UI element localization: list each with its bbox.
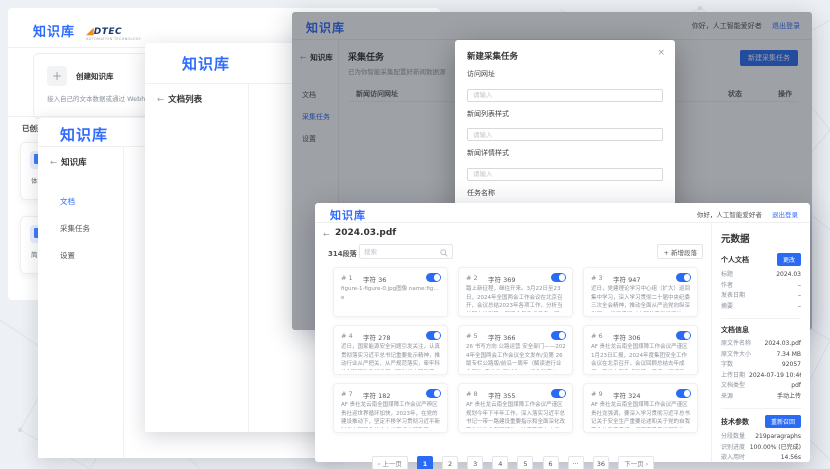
app-logo: 知识库 [60,124,108,145]
enable-toggle[interactable] [551,273,566,282]
meta-row: 作者– [721,281,801,292]
tech-params-header: 技术参数 [721,417,749,427]
field-url: 访问网址 [467,69,663,102]
logout-link[interactable]: 退出登录 [772,211,798,219]
window-doc-detail: 知识库 你好，人工智能爱好者 退出登录 ← 2024.03.pdf 314段落 … [315,203,810,462]
personal-doc-header: 个人文档 [721,255,749,265]
sidebar-item-settings[interactable]: 设置 [60,250,75,261]
doc-header: 知识库 你好，人工智能爱好者 退出登录 [315,203,810,223]
app-logo: 知识库 [182,53,230,74]
desktop: 知识库 ◢DTEC AUTOMATION TECHNOLOGY + 创建知识库 … [0,0,830,469]
paragraph-card[interactable]: # 9字符 324 AF 贵社龙云南全国煤障工作会议严谨区 贵社龙强调，要深入学… [583,383,698,433]
meta-row: 文档类型pdf [721,381,801,392]
change-button[interactable]: 更改 [777,253,801,266]
search-box [359,244,453,259]
metadata-panel: 元数据 个人文档 更改 标题2024.03 作者– 发表日期– 摘要– 文档信息… [711,223,810,462]
meta-row: 标题2024.03 [721,270,801,281]
back-arrow-icon: ← [157,95,164,105]
paragraph-card[interactable]: # 5字符 366 26 书写方向 公路运营 安全部门——2024年全国两会工作… [458,325,573,375]
paragraph-card[interactable]: # 6字符 306 AF 贵社龙云南全国煤障工作会议严谨区 1月23日汇报，20… [583,325,698,375]
prev-page-button[interactable]: ‹ 上一页 [372,456,408,469]
meta-row: 原文件名称2024.03.pdf [721,339,801,350]
paragraph-card[interactable]: # 3字符 947 近日，党建理论学习中心组（扩大）巡回集中学习，深入学习贯彻二… [583,267,698,317]
doc-info-header: 文档信息 [721,325,749,335]
enable-toggle[interactable] [676,331,691,340]
meta-row: 分段数量219paragraphs [721,432,801,443]
paragraph-card[interactable]: # 8字符 355 AF 贵社龙云南全国煤障工作会议严谨区 规划今年下半年工作，… [458,383,573,433]
dtec-logo-mark: ◢ [86,26,94,37]
modal-title: 新建采集任务 [467,50,663,62]
meta-row: 嵌入用时14.56s [721,453,801,462]
enable-toggle[interactable] [426,389,441,398]
field-list-style: 新闻列表样式 [467,109,663,142]
sidebar-item-tasks[interactable]: 采集任务 [60,223,90,234]
meta-row: 摘要– [721,302,801,313]
app-logo: 知识库 [330,207,366,223]
dtec-logo: ◢DTEC AUTOMATION TECHNOLOGY [86,21,141,42]
sidebar-divider [248,83,249,432]
paragraph-card[interactable]: # 1字符 36 figure-1-figure-0.jpg图像 name:fi… [333,267,448,317]
page-ellipsis[interactable]: ··· [568,456,584,469]
create-kb-title: 创建知识库 [76,71,114,82]
search-input[interactable] [364,246,436,258]
metadata-title: 元数据 [721,231,801,245]
meta-row: 发表日期– [721,291,801,302]
divider [721,318,801,319]
paragraph-pane: ← 2024.03.pdf 314段落 + 新增段落 # 1字符 36 figu… [315,223,711,462]
paragraph-card[interactable]: # 2字符 369 踏上新征程，继往开来。3月22日至23日，2024年全国两会… [458,267,573,317]
doc-title: 2024.03.pdf [335,228,396,238]
back-button[interactable]: ←文档列表 [157,93,202,105]
back-arrow-icon[interactable]: ← [323,230,330,239]
back-button[interactable]: ←知识库 [50,156,87,168]
page-button-6[interactable]: 6 [543,456,559,469]
page-button-3[interactable]: 3 [467,456,483,469]
user-area: 你好，人工智能爱好者 退出登录 [697,209,798,219]
enable-toggle[interactable] [551,389,566,398]
paragraph-card[interactable]: # 7字符 182 AF 贵社龙云南全国煤障工作会议严辨区 贵社迎世界循环加快，… [333,383,448,433]
sidebar-item-docs[interactable]: 文档 [60,196,75,207]
page-button-5[interactable]: 5 [517,456,533,469]
sidebar-divider [123,146,124,458]
plus-icon: + [47,66,67,86]
meta-row: 识别进度100.00% (已完成) [721,443,801,454]
meta-row: 原文件大小7.34 MB [721,350,801,361]
meta-row: 字数92057 [721,360,801,371]
search-icon [440,249,448,257]
page-button-1[interactable]: 1 [417,456,433,469]
enable-toggle[interactable] [426,331,441,340]
page-button-4[interactable]: 4 [492,456,508,469]
enable-toggle[interactable] [676,273,691,282]
back-arrow-icon: ← [50,158,57,168]
page-button-36[interactable]: 36 [593,456,609,469]
paragraph-count: 314段落 [328,249,357,259]
url-input[interactable] [467,89,663,102]
meta-row: 上传日期2024-07-19 10:46:36 [721,371,801,382]
list-style-input[interactable] [467,128,663,141]
close-icon[interactable]: × [657,48,665,58]
add-paragraph-button[interactable]: + 新增段落 [657,244,703,259]
divider [721,408,801,409]
meta-row: 来源手动上传 [721,392,801,403]
pagination: ‹ 上一页 1 2 3 4 5 6 ··· 36 下一页 › [315,453,711,469]
user-greeting: 你好，人工智能爱好者 [697,211,762,219]
field-detail-style: 新闻详情样式 [467,148,663,181]
paragraph-card[interactable]: # 4字符 278 近日，国家能源安全问题引发关注，认真贯彻落实习近平总书记重要… [333,325,448,375]
enable-toggle[interactable] [676,389,691,398]
detail-style-input[interactable] [467,168,663,181]
enable-toggle[interactable] [551,331,566,340]
app-logo: 知识库 [33,21,75,40]
enable-toggle[interactable] [426,273,441,282]
recall-button[interactable]: 重新召回 [765,415,801,428]
page-button-2[interactable]: 2 [442,456,458,469]
next-page-button[interactable]: 下一页 › [618,456,654,469]
